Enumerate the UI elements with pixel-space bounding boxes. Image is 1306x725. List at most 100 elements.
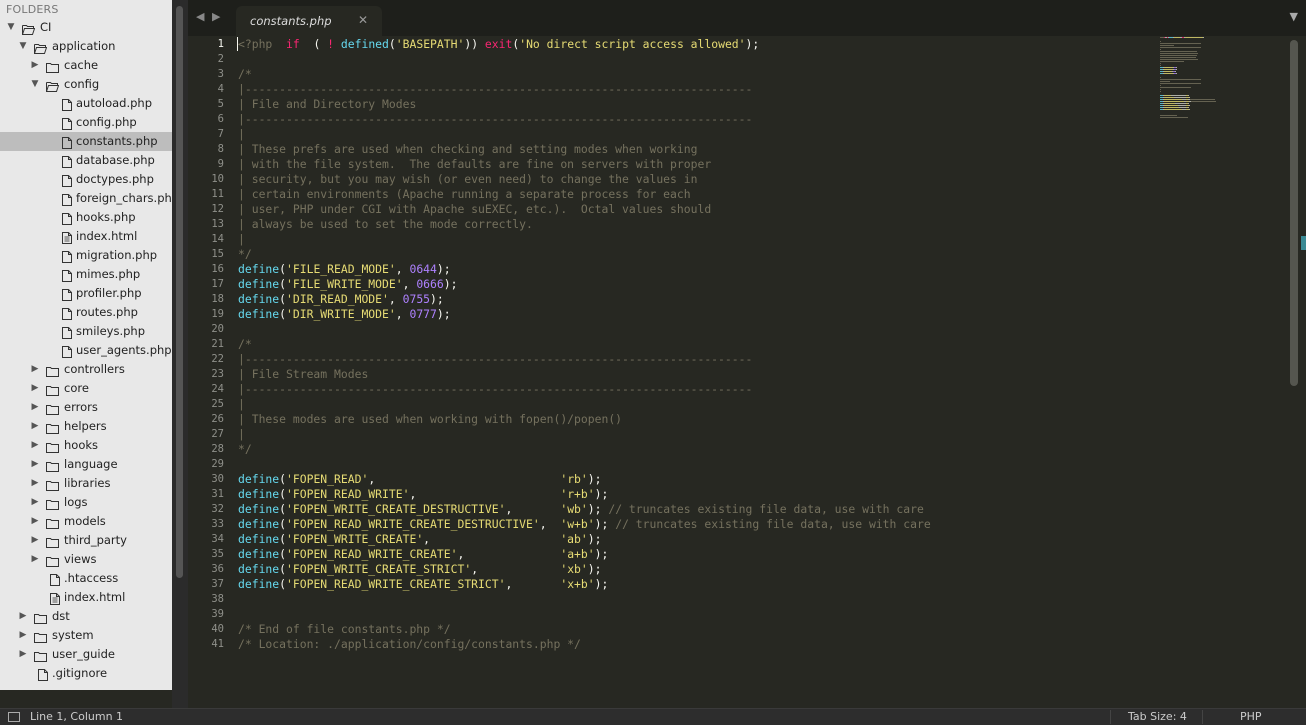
sidebar-item-profiler-php[interactable]: profiler.php: [0, 284, 172, 303]
sidebar-item-migration-php[interactable]: migration.php: [0, 246, 172, 265]
sidebar-vertical-scrollbar[interactable]: [176, 6, 183, 578]
code-line[interactable]: /*: [238, 67, 931, 82]
code-line[interactable]: define('FOPEN_READ_WRITE_CREATE_STRICT',…: [238, 577, 931, 592]
code-line[interactable]: define('FOPEN_READ_WRITE', 'r+b');: [238, 487, 931, 502]
code-line[interactable]: /* Location: ./application/config/consta…: [238, 637, 931, 652]
code-line[interactable]: define('FOPEN_READ_WRITE_CREATE_DESTRUCT…: [238, 517, 931, 532]
sidebar-item-mimes-php[interactable]: mimes.php: [0, 265, 172, 284]
code-line[interactable]: define('FOPEN_READ', 'rb');: [238, 472, 931, 487]
code-line[interactable]: |---------------------------------------…: [238, 382, 931, 397]
disclosure-open-icon[interactable]: ▼: [18, 37, 28, 56]
sidebar-item-language[interactable]: ▶ language: [0, 455, 172, 474]
sidebar-item-smileys-php[interactable]: smileys.php: [0, 322, 172, 341]
sidebar-item-foreign-chars-php[interactable]: foreign_chars.php: [0, 189, 172, 208]
code-line[interactable]: define('DIR_READ_MODE', 0755);: [238, 292, 931, 307]
sidebar-item-config[interactable]: ▼ config: [0, 75, 172, 94]
code-line[interactable]: | user, PHP under CGI with Apache suEXEC…: [238, 202, 931, 217]
sidebar-item-config-php[interactable]: config.php: [0, 113, 172, 132]
code-line[interactable]: /* End of file constants.php */: [238, 622, 931, 637]
panel-toggle-icon[interactable]: [8, 712, 20, 722]
code-line[interactable]: |---------------------------------------…: [238, 352, 931, 367]
sidebar-item-htaccess[interactable]: .htaccess: [0, 569, 172, 588]
disclosure-closed-icon[interactable]: ▶: [30, 56, 40, 75]
code-line[interactable]: [238, 52, 931, 67]
disclosure-closed-icon[interactable]: ▶: [30, 360, 40, 379]
sidebar-item-libraries[interactable]: ▶ libraries: [0, 474, 172, 493]
tab-constants-php[interactable]: constants.php ✕: [236, 6, 382, 36]
sidebar-item-routes-php[interactable]: routes.php: [0, 303, 172, 322]
sidebar-item-autoload-php[interactable]: autoload.php: [0, 94, 172, 113]
code-line[interactable]: */: [238, 442, 931, 457]
code-line[interactable]: [238, 322, 931, 337]
disclosure-closed-icon[interactable]: ▶: [30, 455, 40, 474]
code-line[interactable]: |---------------------------------------…: [238, 82, 931, 97]
disclosure-closed-icon[interactable]: ▶: [30, 493, 40, 512]
sidebar-item-application[interactable]: ▼ application: [0, 37, 172, 56]
sidebar-item-helpers[interactable]: ▶ helpers: [0, 417, 172, 436]
disclosure-closed-icon[interactable]: ▶: [30, 398, 40, 417]
code-editor[interactable]: <?php if ( ! defined('BASEPATH')) exit('…: [237, 37, 931, 652]
disclosure-closed-icon[interactable]: ▶: [18, 607, 28, 626]
disclosure-closed-icon[interactable]: ▶: [30, 474, 40, 493]
close-icon[interactable]: ✕: [358, 13, 368, 27]
sidebar-item-views[interactable]: ▶ views: [0, 550, 172, 569]
sidebar-item-database-php[interactable]: database.php: [0, 151, 172, 170]
sidebar-item-gitignore[interactable]: .gitignore: [0, 664, 172, 683]
code-line[interactable]: |: [238, 127, 931, 142]
code-line[interactable]: [238, 457, 931, 472]
code-line[interactable]: define('FOPEN_WRITE_CREATE_DESTRUCTIVE',…: [238, 502, 931, 517]
sidebar-item-doctypes-php[interactable]: doctypes.php: [0, 170, 172, 189]
minimap[interactable]: [1160, 37, 1286, 125]
code-line[interactable]: define('FILE_WRITE_MODE', 0666);: [238, 277, 931, 292]
code-line[interactable]: | These prefs are used when checking and…: [238, 142, 931, 157]
code-line[interactable]: |---------------------------------------…: [238, 112, 931, 127]
disclosure-closed-icon[interactable]: ▶: [18, 626, 28, 645]
disclosure-closed-icon[interactable]: ▶: [30, 436, 40, 455]
code-line[interactable]: | with the file system. The defaults are…: [238, 157, 931, 172]
back-arrow-icon[interactable]: ◀: [196, 10, 204, 23]
code-line[interactable]: |: [238, 397, 931, 412]
code-line[interactable]: [238, 592, 931, 607]
sidebar-item-errors[interactable]: ▶ errors: [0, 398, 172, 417]
disclosure-open-icon[interactable]: ▼: [30, 75, 40, 94]
sidebar-item-user-guide[interactable]: ▶ user_guide: [0, 645, 172, 664]
sidebar-item-index-html[interactable]: index.html: [0, 227, 172, 246]
code-line[interactable]: | security, but you may wish (or even ne…: [238, 172, 931, 187]
syntax-selector[interactable]: PHP: [1240, 710, 1262, 723]
sidebar-item-hooks-php[interactable]: hooks.php: [0, 208, 172, 227]
code-line[interactable]: */: [238, 247, 931, 262]
sidebar-item-constants-php[interactable]: constants.php: [0, 132, 172, 151]
code-line[interactable]: define('DIR_WRITE_MODE', 0777);: [238, 307, 931, 322]
sidebar-item-hooks[interactable]: ▶ hooks: [0, 436, 172, 455]
code-line[interactable]: | File Stream Modes: [238, 367, 931, 382]
code-line[interactable]: define('FILE_READ_MODE', 0644);: [238, 262, 931, 277]
code-line[interactable]: | These modes are used when working with…: [238, 412, 931, 427]
sidebar-item-cache[interactable]: ▶ cache: [0, 56, 172, 75]
code-line[interactable]: <?php if ( ! defined('BASEPATH')) exit('…: [237, 37, 931, 52]
sidebar-item-ci[interactable]: ▼ CI: [0, 18, 172, 37]
disclosure-closed-icon[interactable]: ▶: [30, 379, 40, 398]
sidebar-item-index-html[interactable]: index.html: [0, 588, 172, 607]
disclosure-closed-icon[interactable]: ▶: [30, 417, 40, 436]
sidebar-item-logs[interactable]: ▶ logs: [0, 493, 172, 512]
disclosure-open-icon[interactable]: ▼: [6, 18, 16, 37]
sidebar-item-system[interactable]: ▶ system: [0, 626, 172, 645]
editor-vertical-scrollbar[interactable]: [1290, 40, 1298, 386]
code-line[interactable]: | File and Directory Modes: [238, 97, 931, 112]
sidebar-item-user-agents-php[interactable]: user_agents.php: [0, 341, 172, 360]
disclosure-closed-icon[interactable]: ▶: [18, 645, 28, 664]
tab-list-dropdown-icon[interactable]: ▼: [1290, 10, 1298, 23]
forward-arrow-icon[interactable]: ▶: [212, 10, 220, 23]
code-line[interactable]: /*: [238, 337, 931, 352]
tab-size-selector[interactable]: Tab Size: 4: [1128, 710, 1187, 723]
sidebar-item-dst[interactable]: ▶ dst: [0, 607, 172, 626]
disclosure-closed-icon[interactable]: ▶: [30, 531, 40, 550]
sidebar-item-controllers[interactable]: ▶ controllers: [0, 360, 172, 379]
code-line[interactable]: [238, 607, 931, 622]
code-line[interactable]: | certain environments (Apache running a…: [238, 187, 931, 202]
disclosure-closed-icon[interactable]: ▶: [30, 550, 40, 569]
sidebar-item-models[interactable]: ▶ models: [0, 512, 172, 531]
code-line[interactable]: define('FOPEN_READ_WRITE_CREATE', 'a+b')…: [238, 547, 931, 562]
sidebar-item-core[interactable]: ▶ core: [0, 379, 172, 398]
code-line[interactable]: define('FOPEN_WRITE_CREATE_STRICT', 'xb'…: [238, 562, 931, 577]
